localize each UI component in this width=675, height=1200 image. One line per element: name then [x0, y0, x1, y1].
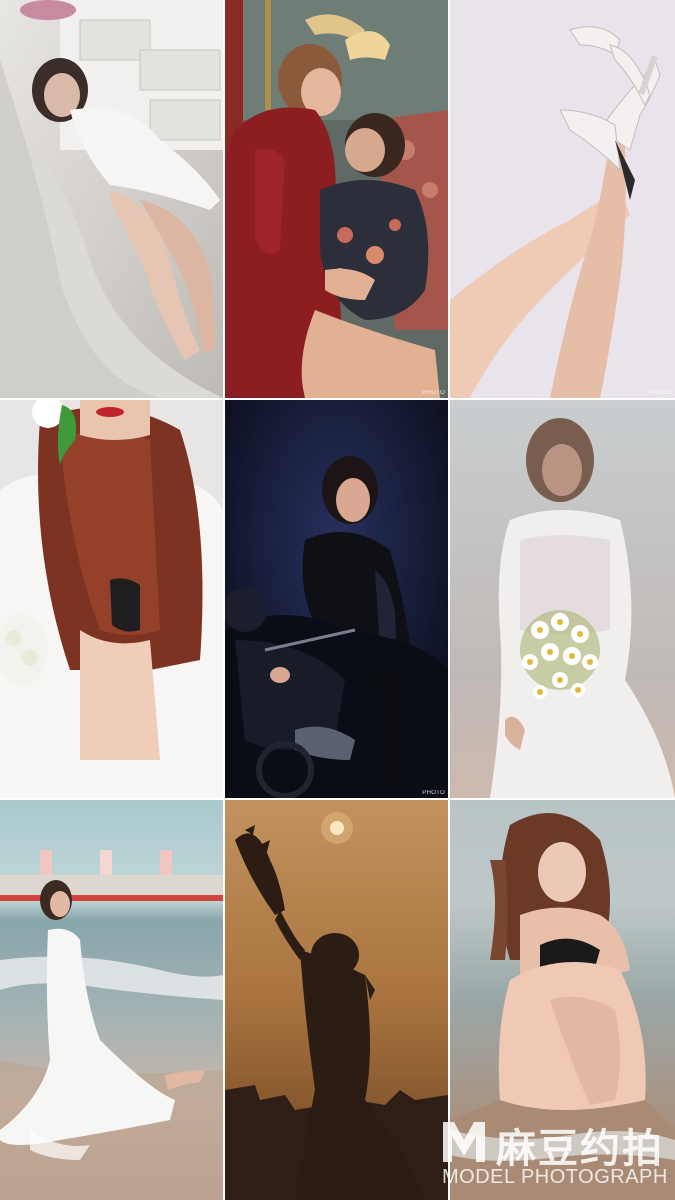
photo-2-watermark: PHOTO [422, 390, 445, 396]
photo-6-image [450, 400, 675, 798]
photo-9-image [450, 800, 675, 1200]
photo-7-image [0, 800, 223, 1200]
photo-2-image [225, 0, 448, 398]
photo-5-image [225, 400, 448, 798]
photo-2[interactable]: PHOTO [225, 0, 448, 398]
photo-4[interactable] [0, 400, 223, 798]
photo-3-image [450, 0, 675, 398]
photo-1-image [0, 0, 223, 398]
photo-5[interactable]: PHOTO [225, 400, 448, 798]
photo-5-watermark: PHOTO [422, 790, 445, 796]
photo-3[interactable]: PHOTO [450, 0, 675, 398]
photo-grid: PHOTO PHOTO PHOTO [0, 0, 675, 1200]
photo-3-watermark: PHOTO [649, 390, 672, 396]
photo-6[interactable] [450, 400, 675, 798]
photo-7[interactable] [0, 800, 223, 1200]
photo-1[interactable] [0, 0, 223, 398]
photo-8-image [225, 800, 448, 1200]
photo-8[interactable] [225, 800, 448, 1200]
photo-4-image [0, 400, 223, 798]
photo-9[interactable] [450, 800, 675, 1200]
